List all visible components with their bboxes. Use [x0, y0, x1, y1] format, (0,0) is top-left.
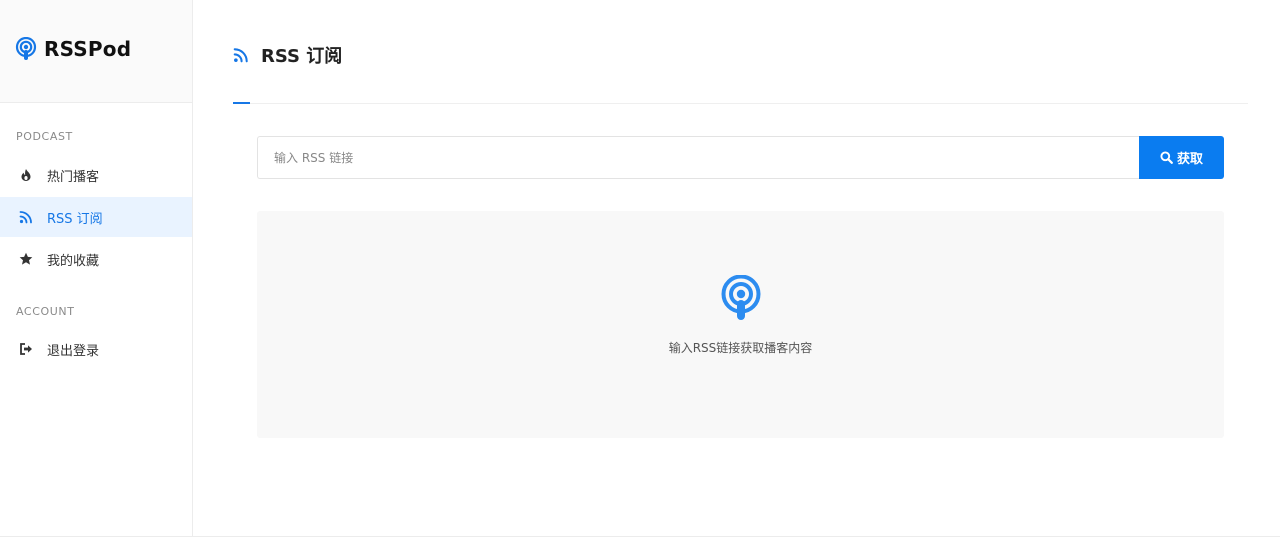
sidebar-item-favorites[interactable]: 我的收藏 — [0, 239, 192, 279]
sidebar-item-logout[interactable]: 退出登录 — [0, 329, 192, 369]
nav-list-podcast: 热门播客 RSS 订阅 我的收藏 — [0, 155, 192, 279]
search-bar: 获取 — [257, 136, 1224, 179]
fire-icon — [19, 168, 33, 182]
page-title-text: RSS 订阅 — [261, 46, 343, 67]
sidebar: RSSPod PODCAST 热门播客 RSS 订阅 我的收藏 ACCOUNT … — [0, 0, 193, 537]
rss-url-input[interactable] — [257, 136, 1139, 179]
sidebar-item-label: 退出登录 — [47, 343, 100, 359]
brand[interactable]: RSSPod — [0, 0, 192, 103]
sidebar-item-rss-subscribe[interactable]: RSS 订阅 — [0, 197, 192, 237]
app-window: RSSPod PODCAST 热门播客 RSS 订阅 我的收藏 ACCOUNT … — [0, 0, 1280, 537]
main-content: RSS 订阅 获取 — [193, 0, 1280, 537]
rss-icon — [19, 210, 33, 224]
page-title: RSS 订阅 — [233, 42, 342, 68]
star-icon — [19, 252, 33, 266]
empty-state-message: 输入RSS链接获取播客内容 — [668, 341, 813, 355]
podcast-icon — [15, 37, 37, 61]
sidebar-item-label: 我的收藏 — [47, 253, 100, 269]
rss-icon — [233, 47, 249, 63]
page-header: RSS 订阅 — [233, 0, 1248, 104]
podcast-icon — [720, 275, 762, 323]
search-icon — [1160, 151, 1173, 164]
fetch-button-label: 获取 — [1176, 152, 1203, 167]
sidebar-item-hot-podcasts[interactable]: 热门播客 — [0, 155, 192, 195]
nav-list-account: 退出登录 — [0, 329, 192, 369]
empty-state-panel: 输入RSS链接获取播客内容 — [257, 211, 1224, 438]
fetch-button[interactable]: 获取 — [1139, 136, 1224, 179]
sidebar-item-label: RSS 订阅 — [47, 211, 103, 227]
sidebar-item-label: 热门播客 — [47, 169, 100, 185]
section-title-account: ACCOUNT — [16, 305, 75, 318]
title-underline — [233, 102, 250, 104]
section-title-podcast: PODCAST — [16, 130, 73, 143]
sign-out-icon — [19, 342, 33, 356]
brand-name: RSSPod — [44, 37, 132, 61]
